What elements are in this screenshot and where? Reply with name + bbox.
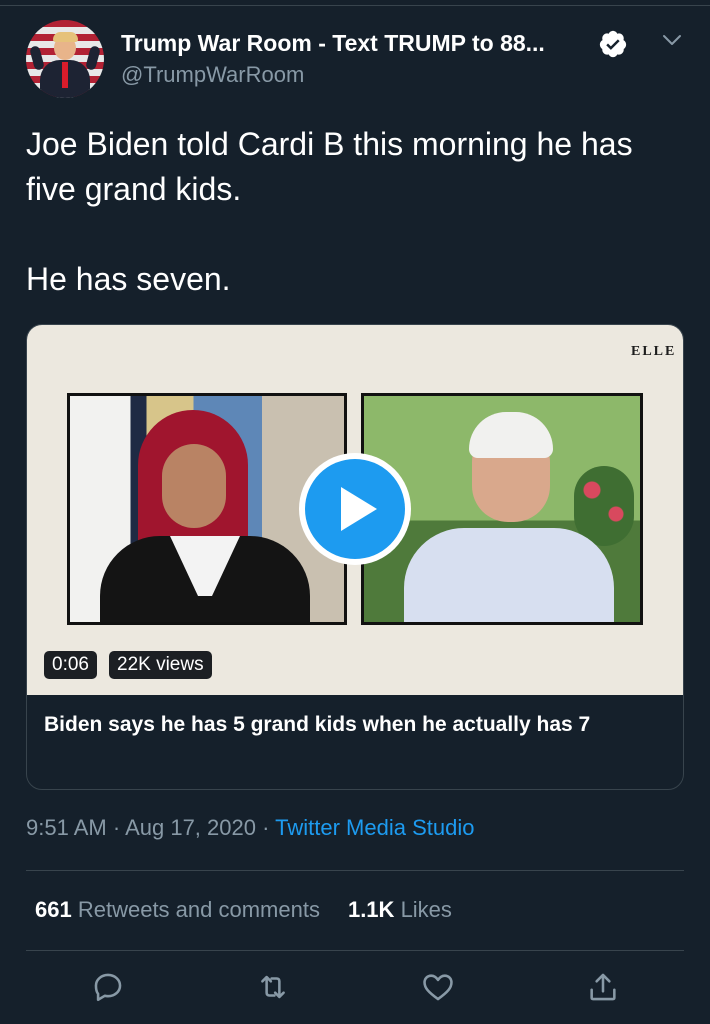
reply-icon[interactable] <box>91 970 125 1004</box>
chevron-down-icon[interactable] <box>660 30 684 50</box>
tweet-source-link[interactable]: Twitter Media Studio <box>275 815 474 840</box>
person-body <box>404 528 614 622</box>
tweet-stats: 661 Retweets and comments 1.1K Likes <box>35 897 452 923</box>
tweet-time: 9:51 AM <box>26 815 107 840</box>
tweet-text: Joe Biden told Cardi B this morning he h… <box>26 126 633 297</box>
retweets-label: Retweets and comments <box>77 897 320 922</box>
play-button[interactable] <box>299 453 411 565</box>
avatar-arm-right <box>85 45 101 71</box>
retweets-count: 661 <box>35 897 72 922</box>
video-views-badge: 22K views <box>109 651 212 679</box>
author-handle[interactable]: @TrumpWarRoom <box>121 62 304 88</box>
person-hair <box>469 412 553 458</box>
background-flowers <box>574 466 634 546</box>
divider <box>26 870 684 871</box>
meta-separator: · <box>112 815 121 840</box>
likes-label: Likes <box>400 897 452 922</box>
action-bar <box>0 970 710 1010</box>
verified-badge-icon <box>599 30 627 58</box>
tweet-meta: 9:51 AM · Aug 17, 2020 · Twitter Media S… <box>26 815 474 841</box>
avatar-tie <box>62 62 68 88</box>
avatar[interactable] <box>26 20 104 98</box>
top-divider <box>0 5 710 6</box>
media-card[interactable]: ELLE 0:06 22K views Biden says he has 5 … <box>26 324 684 790</box>
person-face <box>162 444 226 528</box>
brand-logo: ELLE <box>631 344 677 359</box>
tweet-date: Aug 17, 2020 <box>125 815 256 840</box>
retweets-stat[interactable]: 661 Retweets and comments <box>35 897 320 922</box>
video-player[interactable]: ELLE 0:06 22K views <box>27 325 683 695</box>
play-icon <box>305 459 405 559</box>
retweet-icon[interactable] <box>256 970 290 1004</box>
divider <box>26 950 684 951</box>
media-title[interactable]: Biden says he has 5 grand kids when he a… <box>44 709 670 740</box>
share-icon[interactable] <box>586 970 620 1004</box>
avatar-hair <box>53 32 78 42</box>
heart-icon[interactable] <box>421 970 455 1004</box>
avatar-arm-left <box>29 45 45 71</box>
video-duration-badge: 0:06 <box>44 651 97 679</box>
meta-separator: · <box>262 815 270 840</box>
likes-stat[interactable]: 1.1K Likes <box>348 897 452 922</box>
likes-count: 1.1K <box>347 897 395 922</box>
author-display-name[interactable]: Trump War Room - Text TRUMP to 88... <box>121 30 589 57</box>
